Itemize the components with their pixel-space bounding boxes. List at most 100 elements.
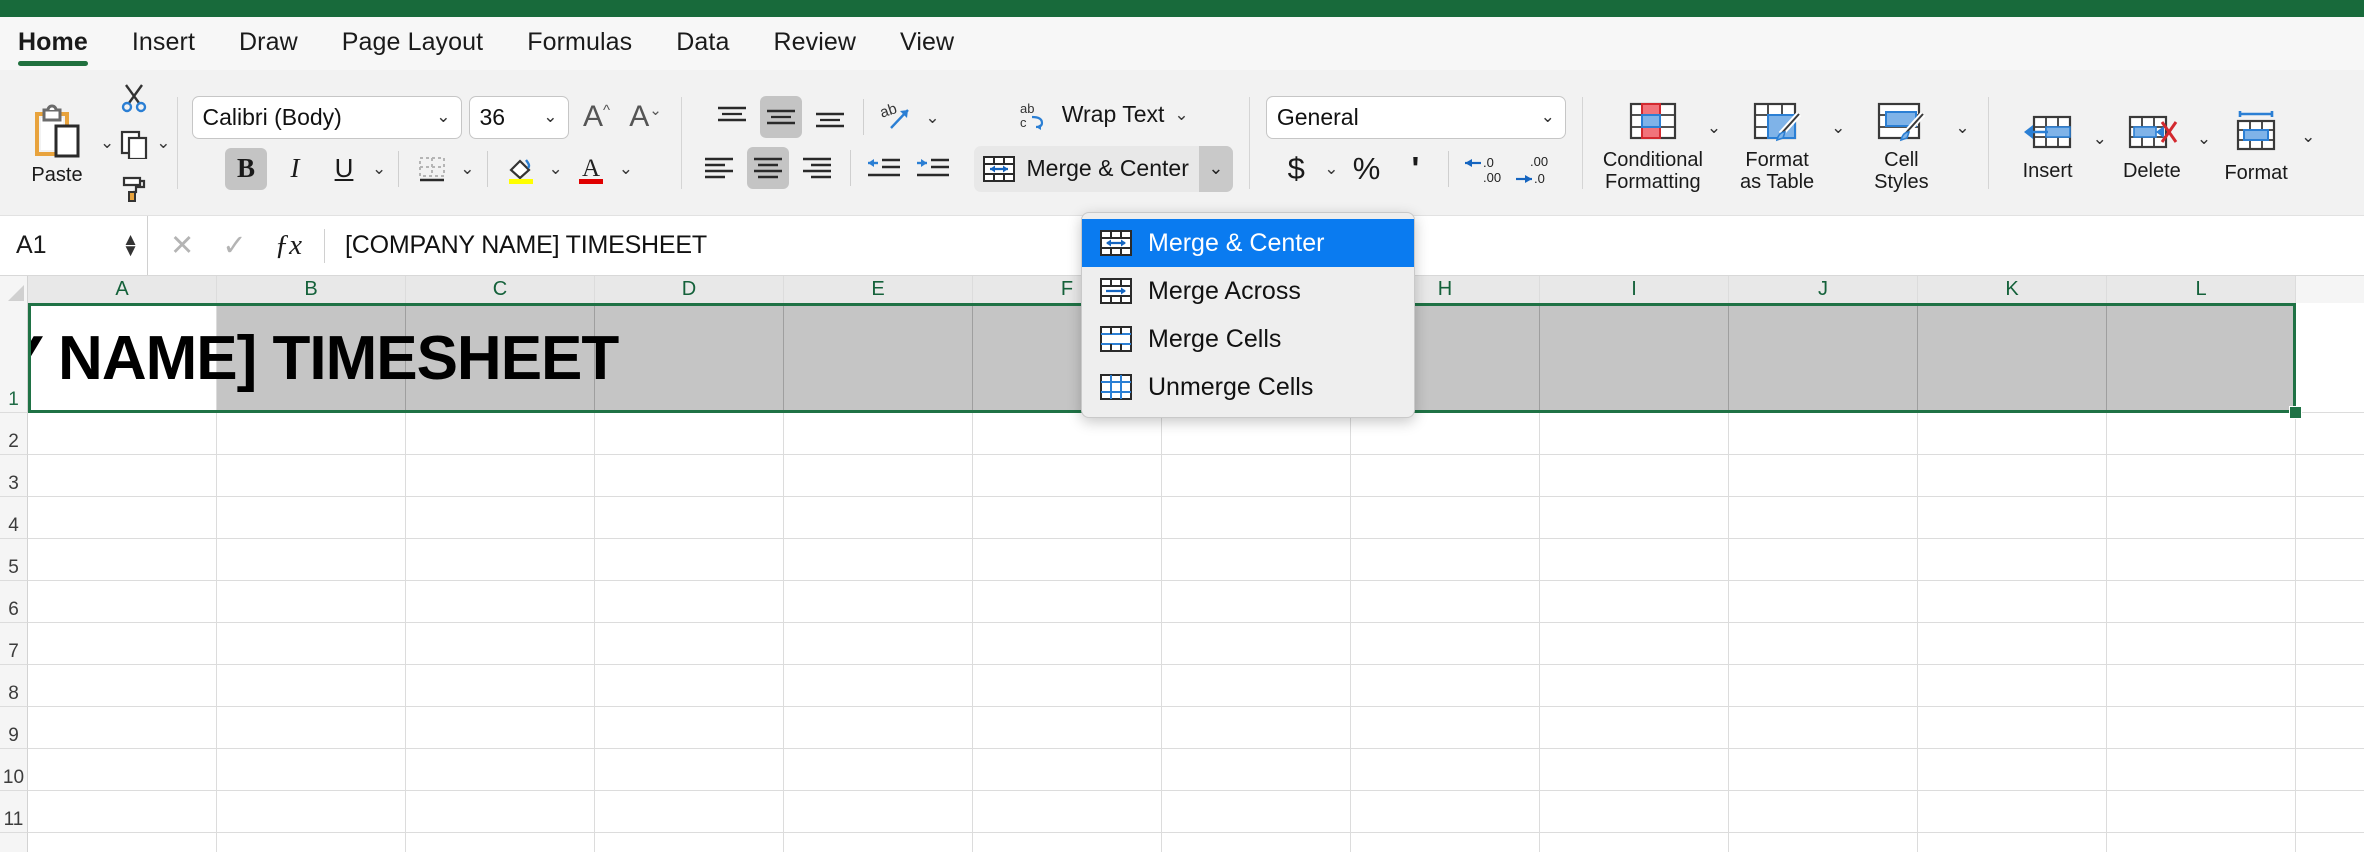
cell-J11[interactable] bbox=[1729, 791, 1918, 833]
tab-home[interactable]: Home bbox=[18, 28, 88, 70]
wrap-text-chevron-down-icon[interactable]: ⌄ bbox=[1174, 106, 1188, 123]
cell-K5[interactable] bbox=[1918, 539, 2107, 581]
row-header-10[interactable]: 10 bbox=[0, 749, 28, 791]
tab-data[interactable]: Data bbox=[676, 28, 729, 70]
menu-item-merge-across[interactable]: Merge Across bbox=[1082, 267, 1414, 315]
cell-E2[interactable] bbox=[784, 413, 973, 455]
cell-F11[interactable] bbox=[973, 791, 1162, 833]
cell-H12[interactable] bbox=[1351, 833, 1540, 852]
cell-B9[interactable] bbox=[217, 707, 406, 749]
column-header-M[interactable]: M bbox=[2296, 276, 2364, 303]
font-color-button[interactable]: A bbox=[570, 148, 612, 190]
cell-C4[interactable] bbox=[406, 497, 595, 539]
cell-H5[interactable] bbox=[1351, 539, 1540, 581]
cell-J10[interactable] bbox=[1729, 749, 1918, 791]
cell-C8[interactable] bbox=[406, 665, 595, 707]
cell-M12[interactable] bbox=[2296, 833, 2364, 852]
paste-button[interactable]: Paste bbox=[14, 98, 100, 187]
cell-D11[interactable] bbox=[595, 791, 784, 833]
fill-handle[interactable] bbox=[2289, 406, 2302, 419]
align-center-button[interactable] bbox=[746, 147, 789, 189]
cell-I8[interactable] bbox=[1540, 665, 1729, 707]
row-header-5[interactable]: 5 bbox=[0, 539, 28, 581]
name-box[interactable]: A1 ▲ ▼ bbox=[0, 216, 148, 275]
cell-C3[interactable] bbox=[406, 455, 595, 497]
cell-E12[interactable] bbox=[784, 833, 973, 852]
cell-B10[interactable] bbox=[217, 749, 406, 791]
cell-F9[interactable] bbox=[973, 707, 1162, 749]
cell-E4[interactable] bbox=[784, 497, 973, 539]
cell-E11[interactable] bbox=[784, 791, 973, 833]
row-header-11[interactable]: 11 bbox=[0, 791, 28, 833]
cell-F4[interactable] bbox=[973, 497, 1162, 539]
cell-C9[interactable] bbox=[406, 707, 595, 749]
cell-A4[interactable] bbox=[28, 497, 217, 539]
merge-center-dropdown-toggle[interactable]: ⌄ bbox=[1198, 145, 1233, 192]
borders-chevron-down-icon[interactable]: ⌄ bbox=[460, 160, 474, 177]
text-orientation-button[interactable]: ab bbox=[876, 96, 918, 138]
cell-D8[interactable] bbox=[595, 665, 784, 707]
cell-G11[interactable] bbox=[1162, 791, 1351, 833]
cell-J5[interactable] bbox=[1729, 539, 1918, 581]
orientation-chevron-down-icon[interactable]: ⌄ bbox=[925, 109, 939, 126]
row-header-12[interactable]: 12 bbox=[0, 833, 28, 852]
fx-icon[interactable]: ƒx bbox=[275, 229, 302, 262]
cell-H7[interactable] bbox=[1351, 623, 1540, 665]
align-left-button[interactable] bbox=[698, 147, 740, 189]
cell-K11[interactable] bbox=[1918, 791, 2107, 833]
cell-L4[interactable] bbox=[2107, 497, 2296, 539]
menu-item-merge-center[interactable]: Merge & Center bbox=[1082, 219, 1414, 267]
cell-E10[interactable] bbox=[784, 749, 973, 791]
cell-A5[interactable] bbox=[28, 539, 217, 581]
cell-J2[interactable] bbox=[1729, 413, 1918, 455]
wrap-text-button[interactable]: ab c Wrap Text ⌄ bbox=[1012, 94, 1195, 136]
select-all-corner[interactable] bbox=[0, 276, 28, 303]
conditional-formatting-chevron-down-icon[interactable]: ⌄ bbox=[1707, 118, 1721, 138]
cell-J9[interactable] bbox=[1729, 707, 1918, 749]
row-header-7[interactable]: 7 bbox=[0, 623, 28, 665]
delete-cells-button[interactable]: Delete bbox=[2109, 103, 2195, 182]
cell-L12[interactable] bbox=[2107, 833, 2296, 852]
column-header-D[interactable]: D bbox=[595, 276, 784, 303]
row-header-4[interactable]: 4 bbox=[0, 497, 28, 539]
cell-A6[interactable] bbox=[28, 581, 217, 623]
cell-K3[interactable] bbox=[1918, 455, 2107, 497]
cell-G9[interactable] bbox=[1162, 707, 1351, 749]
cell-G8[interactable] bbox=[1162, 665, 1351, 707]
menu-item-unmerge-cells[interactable]: Unmerge Cells bbox=[1082, 363, 1414, 411]
cell-K2[interactable] bbox=[1918, 413, 2107, 455]
cell-D9[interactable] bbox=[595, 707, 784, 749]
currency-chevron-down-icon[interactable]: ⌄ bbox=[1324, 160, 1338, 177]
cell-G3[interactable] bbox=[1162, 455, 1351, 497]
cell-K8[interactable] bbox=[1918, 665, 2107, 707]
cell-E5[interactable] bbox=[784, 539, 973, 581]
name-box-spinner[interactable]: ▲ ▼ bbox=[122, 231, 139, 258]
cell-B5[interactable] bbox=[217, 539, 406, 581]
cell-I5[interactable] bbox=[1540, 539, 1729, 581]
cell-J4[interactable] bbox=[1729, 497, 1918, 539]
cell-F12[interactable] bbox=[973, 833, 1162, 852]
row-header-2[interactable]: 2 bbox=[0, 413, 28, 455]
cell-K9[interactable] bbox=[1918, 707, 2107, 749]
cell-M8[interactable] bbox=[2296, 665, 2364, 707]
cell-M6[interactable] bbox=[2296, 581, 2364, 623]
underline-chevron-down-icon[interactable]: ⌄ bbox=[372, 160, 386, 177]
fill-color-button[interactable] bbox=[500, 148, 542, 190]
cell-E7[interactable] bbox=[784, 623, 973, 665]
cell-C12[interactable] bbox=[406, 833, 595, 852]
cell-I3[interactable] bbox=[1540, 455, 1729, 497]
cell-K12[interactable] bbox=[1918, 833, 2107, 852]
insert-cells-button[interactable]: Insert bbox=[2005, 103, 2091, 182]
cell-K4[interactable] bbox=[1918, 497, 2107, 539]
cell-G6[interactable] bbox=[1162, 581, 1351, 623]
column-header-B[interactable]: B bbox=[217, 276, 406, 303]
comma-format-button[interactable]: ' bbox=[1394, 148, 1436, 190]
cell-G4[interactable] bbox=[1162, 497, 1351, 539]
cell-B7[interactable] bbox=[217, 623, 406, 665]
cell-D7[interactable] bbox=[595, 623, 784, 665]
cell-H2[interactable] bbox=[1351, 413, 1540, 455]
cell-A8[interactable] bbox=[28, 665, 217, 707]
cell-K6[interactable] bbox=[1918, 581, 2107, 623]
tab-view[interactable]: View bbox=[900, 28, 954, 70]
cell-J8[interactable] bbox=[1729, 665, 1918, 707]
